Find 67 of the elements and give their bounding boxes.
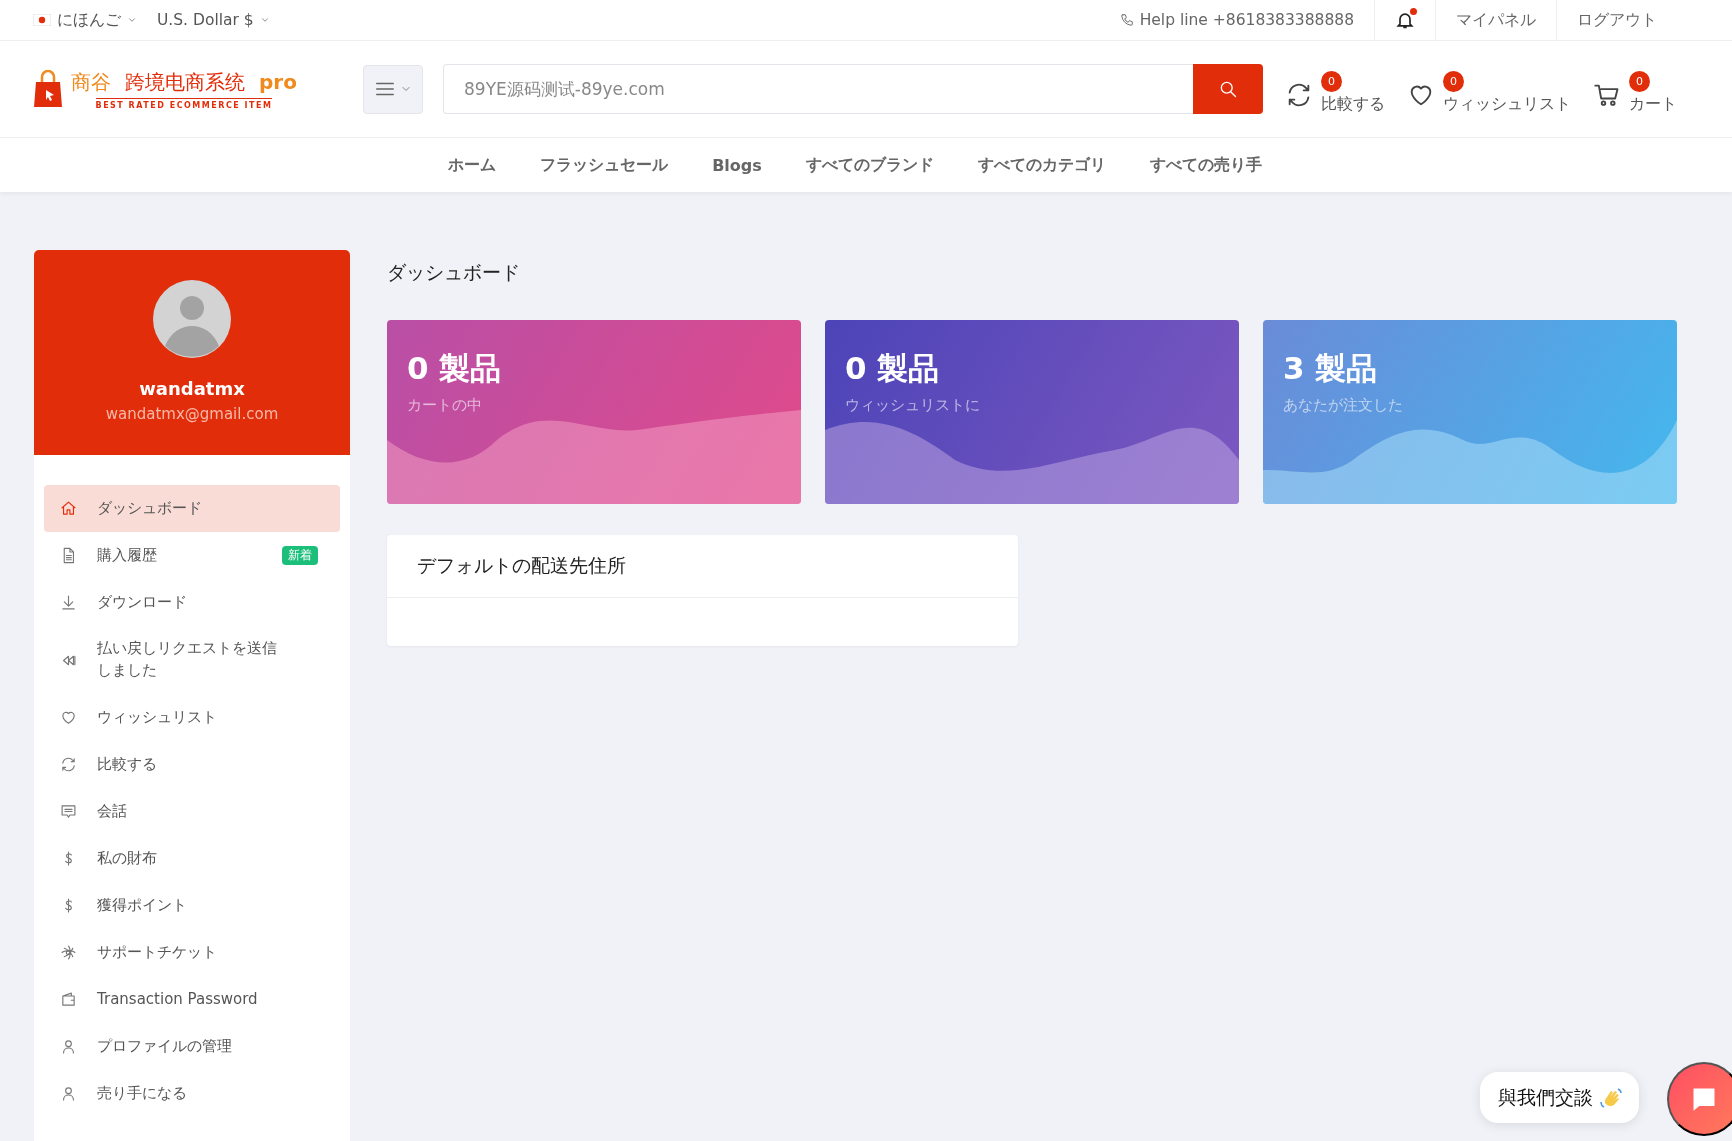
flag-icon (33, 14, 51, 26)
sidebar-item[interactable]: 比較する (44, 741, 340, 788)
chat-icon (60, 803, 77, 820)
stat-caption: ウィッシュリストに (844, 395, 981, 416)
language-dropdown[interactable]: にほんご (33, 9, 137, 31)
sidebar-item[interactable]: Transaction Password (44, 976, 340, 1023)
sidebar-item[interactable]: 売り手になる (44, 1070, 340, 1117)
refresh-icon (60, 756, 77, 773)
nav-link[interactable]: すべての売り手 (1149, 154, 1262, 176)
shopping-bag-icon (33, 70, 63, 108)
currency-dropdown[interactable]: U.S. Dollar $ (157, 11, 270, 29)
stat-caption: カートの中 (406, 395, 483, 416)
stat-value: 3 製品 (1282, 349, 1379, 388)
nav-link[interactable]: ホーム (448, 154, 497, 176)
phone-icon (1119, 13, 1134, 27)
header-link[interactable]: 比較する (1321, 94, 1385, 115)
chat-prompt[interactable]: 與我們交談 (1480, 1072, 1639, 1123)
sidebar-item[interactable]: 購入履歴 新着 (44, 532, 340, 579)
category-menu-button[interactable] (363, 64, 423, 114)
sidebar-item[interactable]: ウィッシュリスト (44, 694, 340, 741)
avatar-icon (153, 280, 231, 358)
sidebar-item[interactable]: 獲得ポイント (44, 882, 340, 929)
header-link[interactable]: ウィッシュリスト (1443, 94, 1571, 115)
sidebar-item[interactable]: ダウンロード (44, 579, 340, 626)
count-badge: 0 (1321, 71, 1342, 92)
card-title: デフォルトの配送先住所 (417, 554, 626, 576)
chat-button[interactable] (1667, 1062, 1732, 1136)
top-link[interactable]: ログアウト (1577, 9, 1657, 31)
count-badge: 0 (1443, 71, 1464, 92)
user-icon (60, 1085, 77, 1102)
logo-name: 商谷 (71, 68, 111, 96)
search-icon (1218, 79, 1238, 99)
top-link[interactable]: マイパネル (1456, 9, 1536, 31)
sidebar-item[interactable]: 払い戻しリクエストを送信しました (44, 626, 340, 694)
logo-suffix: pro (259, 69, 297, 94)
nav-link[interactable]: すべてのカテゴリ (977, 154, 1106, 176)
download-icon (60, 594, 77, 611)
nav-link[interactable]: Blogs (712, 155, 762, 175)
stat-value: 0 製品 (844, 349, 941, 388)
bell-icon[interactable] (1395, 10, 1415, 30)
sidebar-item[interactable]: サポートチケット (44, 929, 340, 976)
help-line: Help line +8618383388888 (1139, 11, 1354, 29)
user-name: wandatmx (139, 378, 245, 399)
nav-link[interactable]: すべてのブランド (805, 154, 934, 176)
logo-title: 跨境电商系统 (125, 68, 245, 96)
new-badge: 新着 (282, 545, 318, 566)
support-icon (60, 944, 77, 961)
header-link[interactable]: カート (1629, 94, 1677, 115)
user-email: wandatmx@gmail.com (105, 405, 279, 423)
page-title: ダッシュボード (387, 260, 521, 285)
stat-caption: あなたが注文した (1282, 395, 1404, 416)
home-icon (60, 500, 77, 517)
heart-icon (60, 709, 77, 726)
sidebar-item[interactable]: ダッシュボード (44, 485, 340, 532)
sidebar-item[interactable]: 私の財布 (44, 835, 340, 882)
stat-value: 0 製品 (406, 349, 503, 388)
nav-link[interactable]: フラッシュセール (540, 154, 669, 176)
sidebar-item[interactable]: 会話 (44, 788, 340, 835)
logo-tagline: BEST RATED ECOMMERCE ITEM (95, 97, 273, 110)
wallet-icon (60, 991, 77, 1008)
waving-hand-icon (1599, 1085, 1623, 1110)
caret-icon (127, 15, 137, 25)
user-icon (60, 1038, 77, 1055)
caret-icon (259, 15, 270, 25)
count-badge: 0 (1629, 71, 1650, 92)
sidebar-item[interactable]: プロファイルの管理 (44, 1023, 340, 1070)
search-field[interactable]: 89YE源码测试-89ye.com (443, 64, 1193, 114)
